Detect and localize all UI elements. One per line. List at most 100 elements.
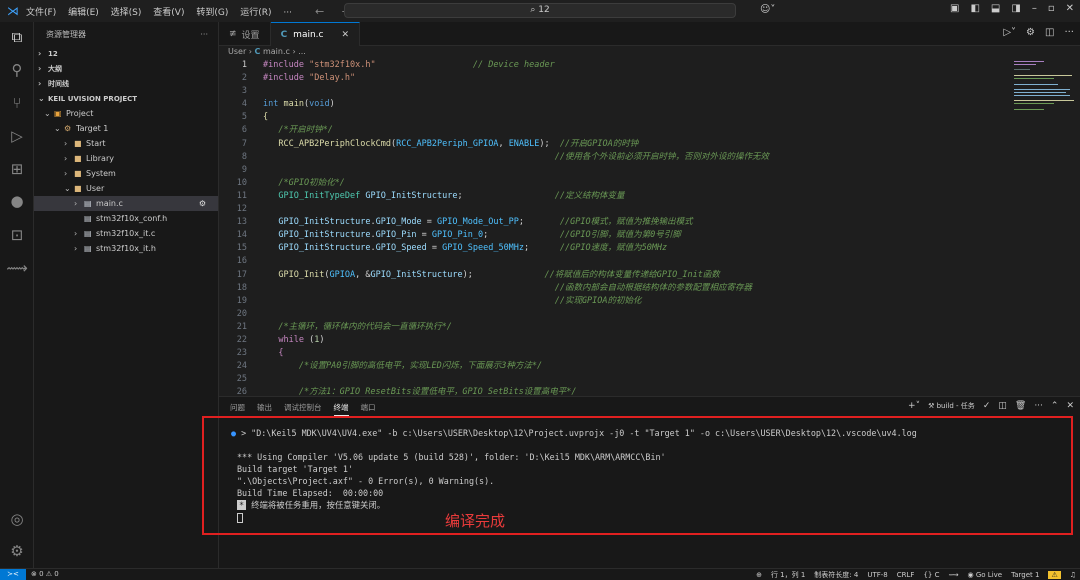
tab-debug-console[interactable]: 调试控制台 xyxy=(284,402,322,416)
check-icon[interactable]: ✓ xyxy=(983,401,991,411)
customize-layout-icon[interactable]: ▣ xyxy=(950,3,959,14)
new-terminal-icon[interactable]: +˅ xyxy=(908,401,920,411)
code-line[interactable]: 25 xyxy=(219,373,1009,386)
tree-item-library[interactable]: › ■ Library xyxy=(34,151,218,166)
code-line[interactable]: 10 /*GPIO初始化*/ xyxy=(219,177,1009,190)
menu-more[interactable]: ··· xyxy=(283,8,292,18)
keil-target[interactable]: Target 1 xyxy=(1011,571,1039,579)
tree-item-start[interactable]: › ■ Start xyxy=(34,136,218,151)
tree-item-target[interactable]: ⌄ ⚙ Target 1 xyxy=(34,121,218,136)
code-editor[interactable]: 1 #include "stm32f10x.h" // Device header… xyxy=(219,59,1009,395)
menu-run[interactable]: 运行(R) xyxy=(240,8,271,18)
code-line[interactable]: 5{ xyxy=(219,111,1009,124)
tree-item-project[interactable]: ⌄ ▣ Project xyxy=(34,106,218,121)
code-line[interactable]: 15 GPIO_InitStructure.GPIO_Speed = GPIO_… xyxy=(219,242,1009,255)
breadcrumb-folder[interactable]: User xyxy=(228,47,246,56)
code-line[interactable]: 7 RCC_APB2PeriphClockCmd(RCC_APB2Periph_… xyxy=(219,138,1009,151)
menu-selection[interactable]: 选择(S) xyxy=(111,8,142,18)
code-line[interactable]: 13 GPIO_InitStructure.GPIO_Mode = GPIO_M… xyxy=(219,216,1009,229)
copilot-icon[interactable]: ☺˅ xyxy=(760,4,775,15)
go-live-button[interactable]: ◉ Go Live xyxy=(968,571,1003,579)
tree-item-main-c[interactable]: › ▤ main.c ⚙ xyxy=(34,196,218,211)
breadcrumb-file[interactable]: main.c xyxy=(263,47,290,56)
code-line[interactable]: 19 //实现GPIOA的初始化 xyxy=(219,295,1009,308)
tree-item-it-c[interactable]: › ▤ stm32f10x_it.c xyxy=(34,226,218,241)
editor-settings-gear-icon[interactable]: ⚙ xyxy=(1026,27,1035,38)
keil-extension-icon[interactable]: ● xyxy=(0,192,34,210)
menu-file[interactable]: 文件(F) xyxy=(26,8,56,18)
menu-edit[interactable]: 编辑(E) xyxy=(68,8,99,18)
code-line[interactable]: 4 int main(void) xyxy=(219,98,1009,111)
code-line[interactable]: 12 xyxy=(219,203,1009,216)
explorer-icon[interactable]: ⧉ xyxy=(0,28,34,46)
run-icon[interactable]: ▷˅ xyxy=(1003,27,1016,38)
source-control-icon[interactable]: ⑂ xyxy=(0,94,34,112)
code-line[interactable]: 17 GPIO_Init(GPIOA, &GPIO_InitStructure)… xyxy=(219,269,1009,282)
tree-item-it-h[interactable]: › ▤ stm32f10x_it.h xyxy=(34,241,218,256)
close-tab-icon[interactable]: ✕ xyxy=(341,30,349,40)
toggle-sidebar-icon[interactable]: ◧ xyxy=(970,3,979,14)
cursor-position[interactable]: 行 1，列 1 xyxy=(771,570,805,580)
more-editor-actions-icon[interactable]: ··· xyxy=(1064,27,1074,38)
tab-output[interactable]: 输出 xyxy=(257,402,272,416)
tab-size[interactable]: 制表符长度: 4 xyxy=(814,570,858,580)
code-line[interactable]: 16 xyxy=(219,255,1009,268)
code-line[interactable]: 3 xyxy=(219,85,1009,98)
tree-item-system[interactable]: › ■ System xyxy=(34,166,218,181)
tab-terminal[interactable]: 终端 xyxy=(333,402,349,416)
embedded-icon[interactable]: ⟿ xyxy=(948,571,958,579)
section-outline[interactable]: › 大纲 xyxy=(34,61,218,76)
code-line[interactable]: 11 GPIO_InitTypeDef GPIO_InitStructure; … xyxy=(219,190,1009,203)
options-gear-icon[interactable]: ⚙ xyxy=(199,199,206,208)
account-icon[interactable]: ◎ xyxy=(0,510,34,528)
manage-gear-icon[interactable]: ⚙ xyxy=(0,542,34,560)
tab-main-c[interactable]: C main.c ✕ xyxy=(270,22,361,46)
section-workspace[interactable]: › 12 xyxy=(34,46,218,61)
extensions-icon[interactable]: ⊞ xyxy=(0,160,34,178)
trash-icon[interactable]: 🗑 xyxy=(1015,401,1026,411)
tab-problems[interactable]: 问题 xyxy=(230,402,245,416)
menu-go[interactable]: 转到(G) xyxy=(196,8,228,18)
code-line[interactable]: 23 { xyxy=(219,347,1009,360)
menu-view[interactable]: 查看(V) xyxy=(153,8,184,18)
code-line[interactable]: 9 xyxy=(219,164,1009,177)
split-editor-icon[interactable]: ◫ xyxy=(1045,27,1054,38)
maximize-panel-icon[interactable]: ⌃ xyxy=(1051,401,1059,411)
code-line[interactable]: 2 #include "Delay.h" xyxy=(219,72,1009,85)
more-panel-actions-icon[interactable]: ··· xyxy=(1034,401,1043,411)
code-line[interactable]: 14 GPIO_InitStructure.GPIO_Pin = GPIO_Pi… xyxy=(219,229,1009,242)
more-actions-icon[interactable]: ··· xyxy=(200,30,208,39)
split-terminal-icon[interactable]: ◫ xyxy=(998,401,1007,411)
code-line[interactable]: 6 /*开启时钟*/ xyxy=(219,124,1009,137)
close-window-button[interactable]: ✕ xyxy=(1066,3,1074,14)
code-line[interactable]: 26 /*方法1：GPIO_ResetBits设置低电平，GPIO_SetBit… xyxy=(219,386,1009,395)
code-line[interactable]: 8 //使用各个外设前必须开启时钟，否则对外设的操作无效 xyxy=(219,151,1009,164)
search-view-icon[interactable]: ⚲ xyxy=(0,61,34,79)
code-line[interactable]: 21 /*主循环，循环体内的代码会一直循环执行*/ xyxy=(219,321,1009,334)
toggle-panel-icon[interactable]: ⬓ xyxy=(991,3,1000,14)
command-center-search[interactable]: ⌕ 12 xyxy=(344,3,736,18)
minimize-button[interactable]: – xyxy=(1032,3,1037,14)
tree-item-user[interactable]: ⌄ ■ User xyxy=(34,181,218,196)
code-line[interactable]: 18 //函数内部会自动根据结构体的参数配置相应寄存器 xyxy=(219,282,1009,295)
end-of-line[interactable]: CRLF xyxy=(897,571,915,579)
code-line[interactable]: 22 while (1) xyxy=(219,334,1009,347)
tab-settings[interactable]: ≢ 设置 xyxy=(219,22,271,46)
remote-explorer-icon[interactable]: ⊡ xyxy=(0,226,34,244)
tab-ports[interactable]: 端口 xyxy=(361,402,376,416)
remote-indicator-icon[interactable]: ≻< xyxy=(0,569,26,580)
section-timeline[interactable]: › 时间线 xyxy=(34,76,218,91)
minimap[interactable] xyxy=(1010,59,1080,139)
language-mode[interactable]: {} C xyxy=(923,571,939,579)
code-line[interactable]: 24 /*设置PA0引脚的高低电平，实现LED闪烁，下面展示3种方法*/ xyxy=(219,360,1009,373)
code-line[interactable]: 20 xyxy=(219,308,1009,321)
toggle-secondary-sidebar-icon[interactable]: ◨ xyxy=(1011,3,1020,14)
encoding[interactable]: UTF-8 xyxy=(867,571,887,579)
terminal-task-selector[interactable]: ⚒ build - 任务 xyxy=(928,401,975,411)
code-line[interactable]: 1 #include "stm32f10x.h" // Device header xyxy=(219,59,1009,72)
warning-icon[interactable]: ⚠ xyxy=(1048,571,1061,579)
back-arrow-icon[interactable]: ← xyxy=(315,5,324,18)
section-keil-project[interactable]: ⌄ KEIL UVISION PROJECT xyxy=(34,91,218,106)
breadcrumb-symbol[interactable]: ... xyxy=(298,47,306,56)
close-panel-icon[interactable]: ✕ xyxy=(1066,401,1074,411)
